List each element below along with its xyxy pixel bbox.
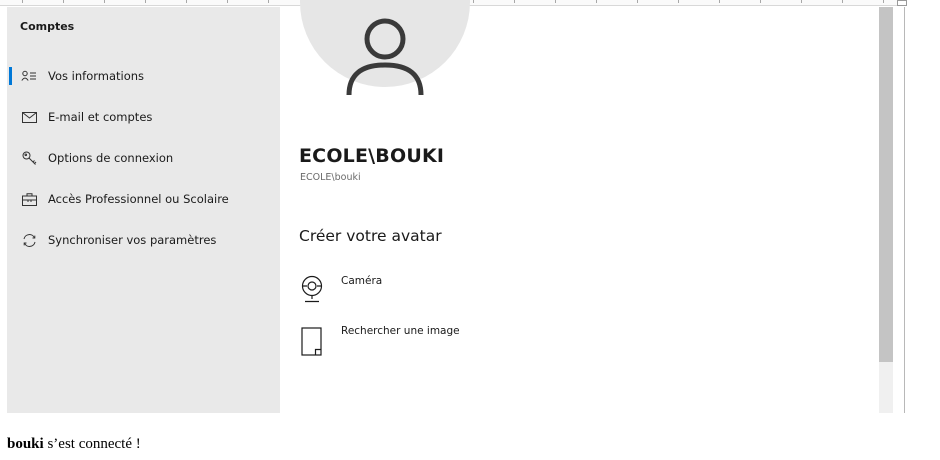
- ruler-tick: [678, 0, 679, 3]
- person-info-icon: [20, 67, 38, 85]
- ruler-tick: [145, 0, 146, 3]
- ruler-tick: [637, 0, 638, 3]
- sidebar-item-label: Accès Professionnel ou Scolaire: [48, 192, 229, 206]
- status-user: bouki: [7, 436, 44, 452]
- ruler-tick: [22, 0, 23, 3]
- camera-option[interactable]: Caméra: [300, 275, 540, 315]
- main-content: ECOLE\BOUKI ECOLE\bouki Créer votre avat…: [280, 0, 879, 413]
- camera-option-label: Caméra: [341, 275, 383, 287]
- ruler-tick: [760, 0, 761, 3]
- ruler-tick: [473, 0, 474, 3]
- sidebar-item-work-school[interactable]: Accès Professionnel ou Scolaire: [7, 185, 280, 213]
- ruler-tick: [842, 0, 843, 3]
- avatar-section-title: Créer votre avatar: [299, 227, 442, 245]
- sidebar-item-label: Vos informations: [48, 69, 145, 83]
- ruler-tick: [555, 0, 556, 3]
- briefcase-icon: [20, 190, 38, 208]
- scrollbar[interactable]: [879, 7, 893, 413]
- ruler-tick: [719, 0, 720, 3]
- settings-window: Comptes Vos informations E-mail et compt…: [7, 0, 905, 413]
- avatar: [300, 0, 470, 96]
- sidebar-item-your-info[interactable]: Vos informations: [7, 62, 280, 90]
- corner-box: [897, 0, 907, 6]
- user-account-name: ECOLE\bouki: [300, 172, 361, 183]
- browse-image-label: Rechercher une image: [341, 325, 460, 337]
- sidebar-item-label: E-mail et comptes: [48, 110, 153, 124]
- sidebar-item-email-accounts[interactable]: E-mail et comptes: [7, 103, 280, 131]
- browse-image-option[interactable]: Rechercher une image: [300, 325, 540, 365]
- status-message: bouki s’est connecté !: [7, 436, 141, 453]
- sidebar-item-label: Options de connexion: [48, 151, 174, 165]
- sidebar-item-label: Synchroniser vos paramètres: [48, 233, 217, 247]
- ruler-tick: [186, 0, 187, 3]
- ruler-tick: [801, 0, 802, 3]
- ruler-tick: [63, 0, 64, 3]
- sidebar: Comptes Vos informations E-mail et compt…: [7, 7, 280, 413]
- ruler-tick: [596, 0, 597, 3]
- ruler-tick: [268, 0, 269, 3]
- sidebar-title: Comptes: [20, 20, 75, 33]
- user-display-name: ECOLE\BOUKI: [299, 145, 445, 167]
- ruler-tick: [227, 0, 228, 3]
- ruler-tick: [883, 0, 884, 3]
- sidebar-item-sign-in-options[interactable]: Options de connexion: [7, 144, 280, 172]
- mail-icon: [20, 108, 38, 126]
- status-text: s’est connecté !: [43, 436, 141, 452]
- sidebar-item-sync-settings[interactable]: Synchroniser vos paramètres: [7, 226, 280, 254]
- ruler-tick: [514, 0, 515, 3]
- scrollbar-thumb[interactable]: [879, 7, 893, 362]
- user-silhouette-icon: [346, 18, 424, 96]
- camera-icon: [300, 275, 324, 307]
- ruler-tick: [104, 0, 105, 3]
- file-icon: [300, 325, 324, 361]
- sync-icon: [20, 231, 38, 249]
- key-icon: [20, 149, 38, 167]
